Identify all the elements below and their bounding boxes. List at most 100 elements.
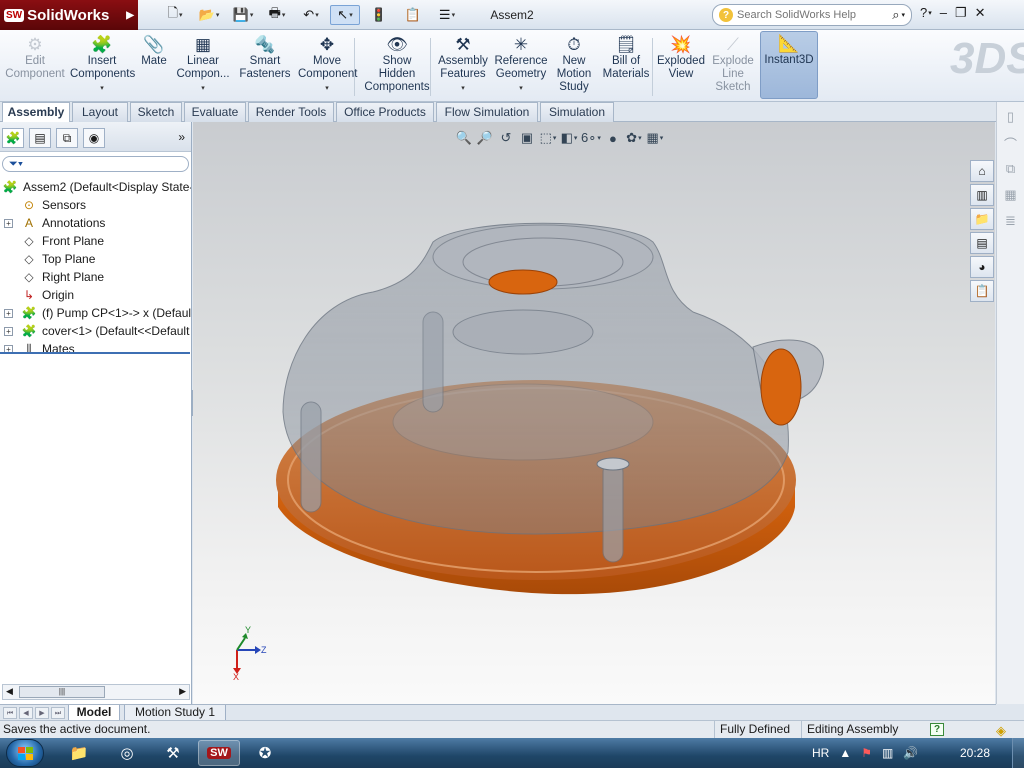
view-settings-button[interactable]: ▦ ▾ [646,129,664,147]
tab-layout[interactable]: Layout [72,102,128,122]
custom-properties-tab[interactable]: 📋 [970,280,994,302]
tree-item[interactable]: ◇ Top Plane [0,250,191,268]
tab-sketch[interactable]: Sketch [130,102,182,122]
network-icon[interactable]: ▥ [882,746,893,760]
zoom-to-fit-button[interactable]: 🔍 [455,129,473,147]
feature-tree-scrollbar[interactable]: ◀ ||| ▶ [2,684,190,700]
dropdown-arrow-icon[interactable]: ▾ [492,82,550,95]
next-tab-icon[interactable]: ▶ [35,707,49,719]
smart-fasteners-button[interactable]: 🔩 Smart Fasteners [236,33,294,81]
instant3d-button[interactable]: 📐 Instant3D [760,31,818,99]
display-manager-tab[interactable]: ◉ [83,128,105,148]
scrollbar-thumb[interactable]: ||| [19,686,105,698]
edit-component-button[interactable]: ⚙ Edit Component [2,33,68,81]
tree-item[interactable]: + 🧩 (f) Pump CP<1>-> x (Defaul [0,304,191,322]
more-tabs-icon[interactable]: » [178,130,185,144]
taskbar-chrome[interactable]: ◎ [106,740,148,766]
bill-of-materials-button[interactable]: 🗒 Bill of Materials [600,33,652,81]
dropdown-arrow-icon[interactable]: ▾ [70,82,134,95]
doc-minimize-icon[interactable]: – [926,122,933,126]
assembly-model-view[interactable] [273,222,833,612]
configuration-manager-tab[interactable]: ⧉ [56,128,78,148]
view-orientation-button[interactable]: ⬚ ▾ [539,129,557,147]
side-tool-2[interactable]: ⌒ [1000,132,1022,154]
action-center-icon[interactable]: ⚑ [861,746,872,760]
tree-item[interactable]: ↳ Origin [0,286,191,304]
save-button[interactable]: 💾 ▾ [228,5,258,25]
last-tab-icon[interactable]: ⏭ [51,707,65,719]
mate-button[interactable]: 📎 Mate [138,33,170,68]
new-motion-study-button[interactable]: ⏱ New Motion Study [552,33,596,94]
side-tool-1[interactable]: ▯ [1000,106,1022,128]
solidworks-resources-tab[interactable]: ⌂ [970,160,994,182]
start-button[interactable] [6,739,44,767]
restore-icon[interactable]: ❐ [955,5,967,21]
assembly-features-button[interactable]: ⚒ Assembly Features ▾ [436,33,490,95]
select-button[interactable]: ↖ ▾ [330,5,360,25]
options-button[interactable]: ☰ ▾ [432,5,462,25]
search-icon[interactable]: ⌕ [892,7,899,23]
design-library-tab[interactable]: ▥ [970,184,994,206]
first-tab-icon[interactable]: ⏮ [3,707,17,719]
print-button[interactable]: 🖶 ▾ [262,5,292,25]
doc-restore-icon[interactable]: ❐ [943,122,955,126]
doc-close-icon[interactable]: ✕ [965,122,976,126]
tree-filter[interactable]: ⏷▾ [2,156,189,172]
hide-show-items-button[interactable]: 6∘ ▾ [581,129,601,147]
rollback-bar[interactable] [0,352,190,354]
insert-components-button[interactable]: 🧩 Insert Components ▾ [70,33,135,95]
help-menu-icon[interactable]: ? [920,5,927,21]
file-properties-button[interactable]: 📋 [398,5,428,25]
tab-office-products[interactable]: Office Products [336,102,434,122]
tray-expand-icon[interactable]: ▲ [839,746,851,760]
exploded-view-button[interactable]: 💥 Exploded View [654,33,708,81]
scroll-right-icon[interactable]: ▶ [179,686,186,697]
prev-tab-icon[interactable]: ◀ [19,707,33,719]
side-tool-5[interactable]: ≣ [1000,210,1022,232]
tree-item[interactable]: + ⫴ Mates [0,340,191,358]
bottom-tab-motion-study-1[interactable]: Motion Study 1 [124,705,226,721]
previous-view-button[interactable]: ↺ [497,129,515,147]
bottom-tab-model[interactable]: Model [68,705,120,721]
show-hidden-components-button[interactable]: 👁 Show Hidden Components [362,33,432,94]
move-component-button[interactable]: ✥ Move Component ▾ [298,33,357,95]
dropdown-arrow-icon[interactable]: ▾ [174,82,232,95]
search-dropdown-icon[interactable]: ▾ [901,11,905,19]
help-dropdown-icon[interactable]: ▾ [928,9,932,21]
zoom-to-area-button[interactable]: 🔎 [476,129,494,147]
language-indicator[interactable]: HR [812,746,829,760]
taskbar-app-5[interactable]: ✪ [244,740,286,766]
undo-button[interactable]: ↶ ▾ [296,5,326,25]
solidworks-menu-button[interactable]: SW SolidWorks ▶ [0,0,138,30]
explode-line-sketch-button[interactable]: ⟋ Explode Line Sketch [710,33,756,94]
reference-geometry-button[interactable]: ✳ Reference Geometry ▾ [492,33,550,95]
taskbar-solidworks[interactable]: SW [198,740,240,766]
tag-icon[interactable]: ◈ [996,722,1006,739]
tab-evaluate[interactable]: Evaluate [184,102,246,122]
new-document-button[interactable]: 🗋 ▾ [160,5,190,25]
tree-item[interactable]: ◇ Front Plane [0,232,191,250]
property-manager-tab[interactable]: ▤ [29,128,51,148]
file-explorer-tab[interactable]: 📁 [970,208,994,230]
show-desktop-button[interactable] [1012,738,1024,768]
edit-appearance-button[interactable]: ● [604,129,622,147]
dropdown-arrow-icon[interactable]: ▾ [436,82,490,95]
appearances-tab[interactable]: ◕ [970,256,994,278]
open-button[interactable]: 📂 ▾ [194,5,224,25]
tab-render-tools[interactable]: Render Tools [248,102,334,122]
view-palette-tab[interactable]: ▤ [970,232,994,254]
expand-icon[interactable]: + [4,327,13,336]
rebuild-button[interactable]: 🚦 [364,5,394,25]
graphics-area[interactable]: 🔍 🔎 ↺ ▣ ⬚▾ ◧▾ 6∘▾ ● ✿▾ ▦▾ – ❐ ✕ [193,122,995,704]
taskbar-clock[interactable]: 20:28 [960,746,990,760]
tree-item[interactable]: + 🧩 cover<1> (Default<<Default [0,322,191,340]
volume-icon[interactable]: 🔊 [903,746,918,760]
close-icon[interactable]: ✕ [975,5,986,21]
tab-flow-simulation[interactable]: Flow Simulation [436,102,538,122]
section-view-button[interactable]: ▣ [518,129,536,147]
help-search-input[interactable] [737,9,877,21]
expand-icon[interactable]: + [4,309,13,318]
minimize-icon[interactable]: – [940,5,947,21]
tree-item[interactable]: ◇ Right Plane [0,268,191,286]
tab-simulation[interactable]: Simulation [540,102,614,122]
